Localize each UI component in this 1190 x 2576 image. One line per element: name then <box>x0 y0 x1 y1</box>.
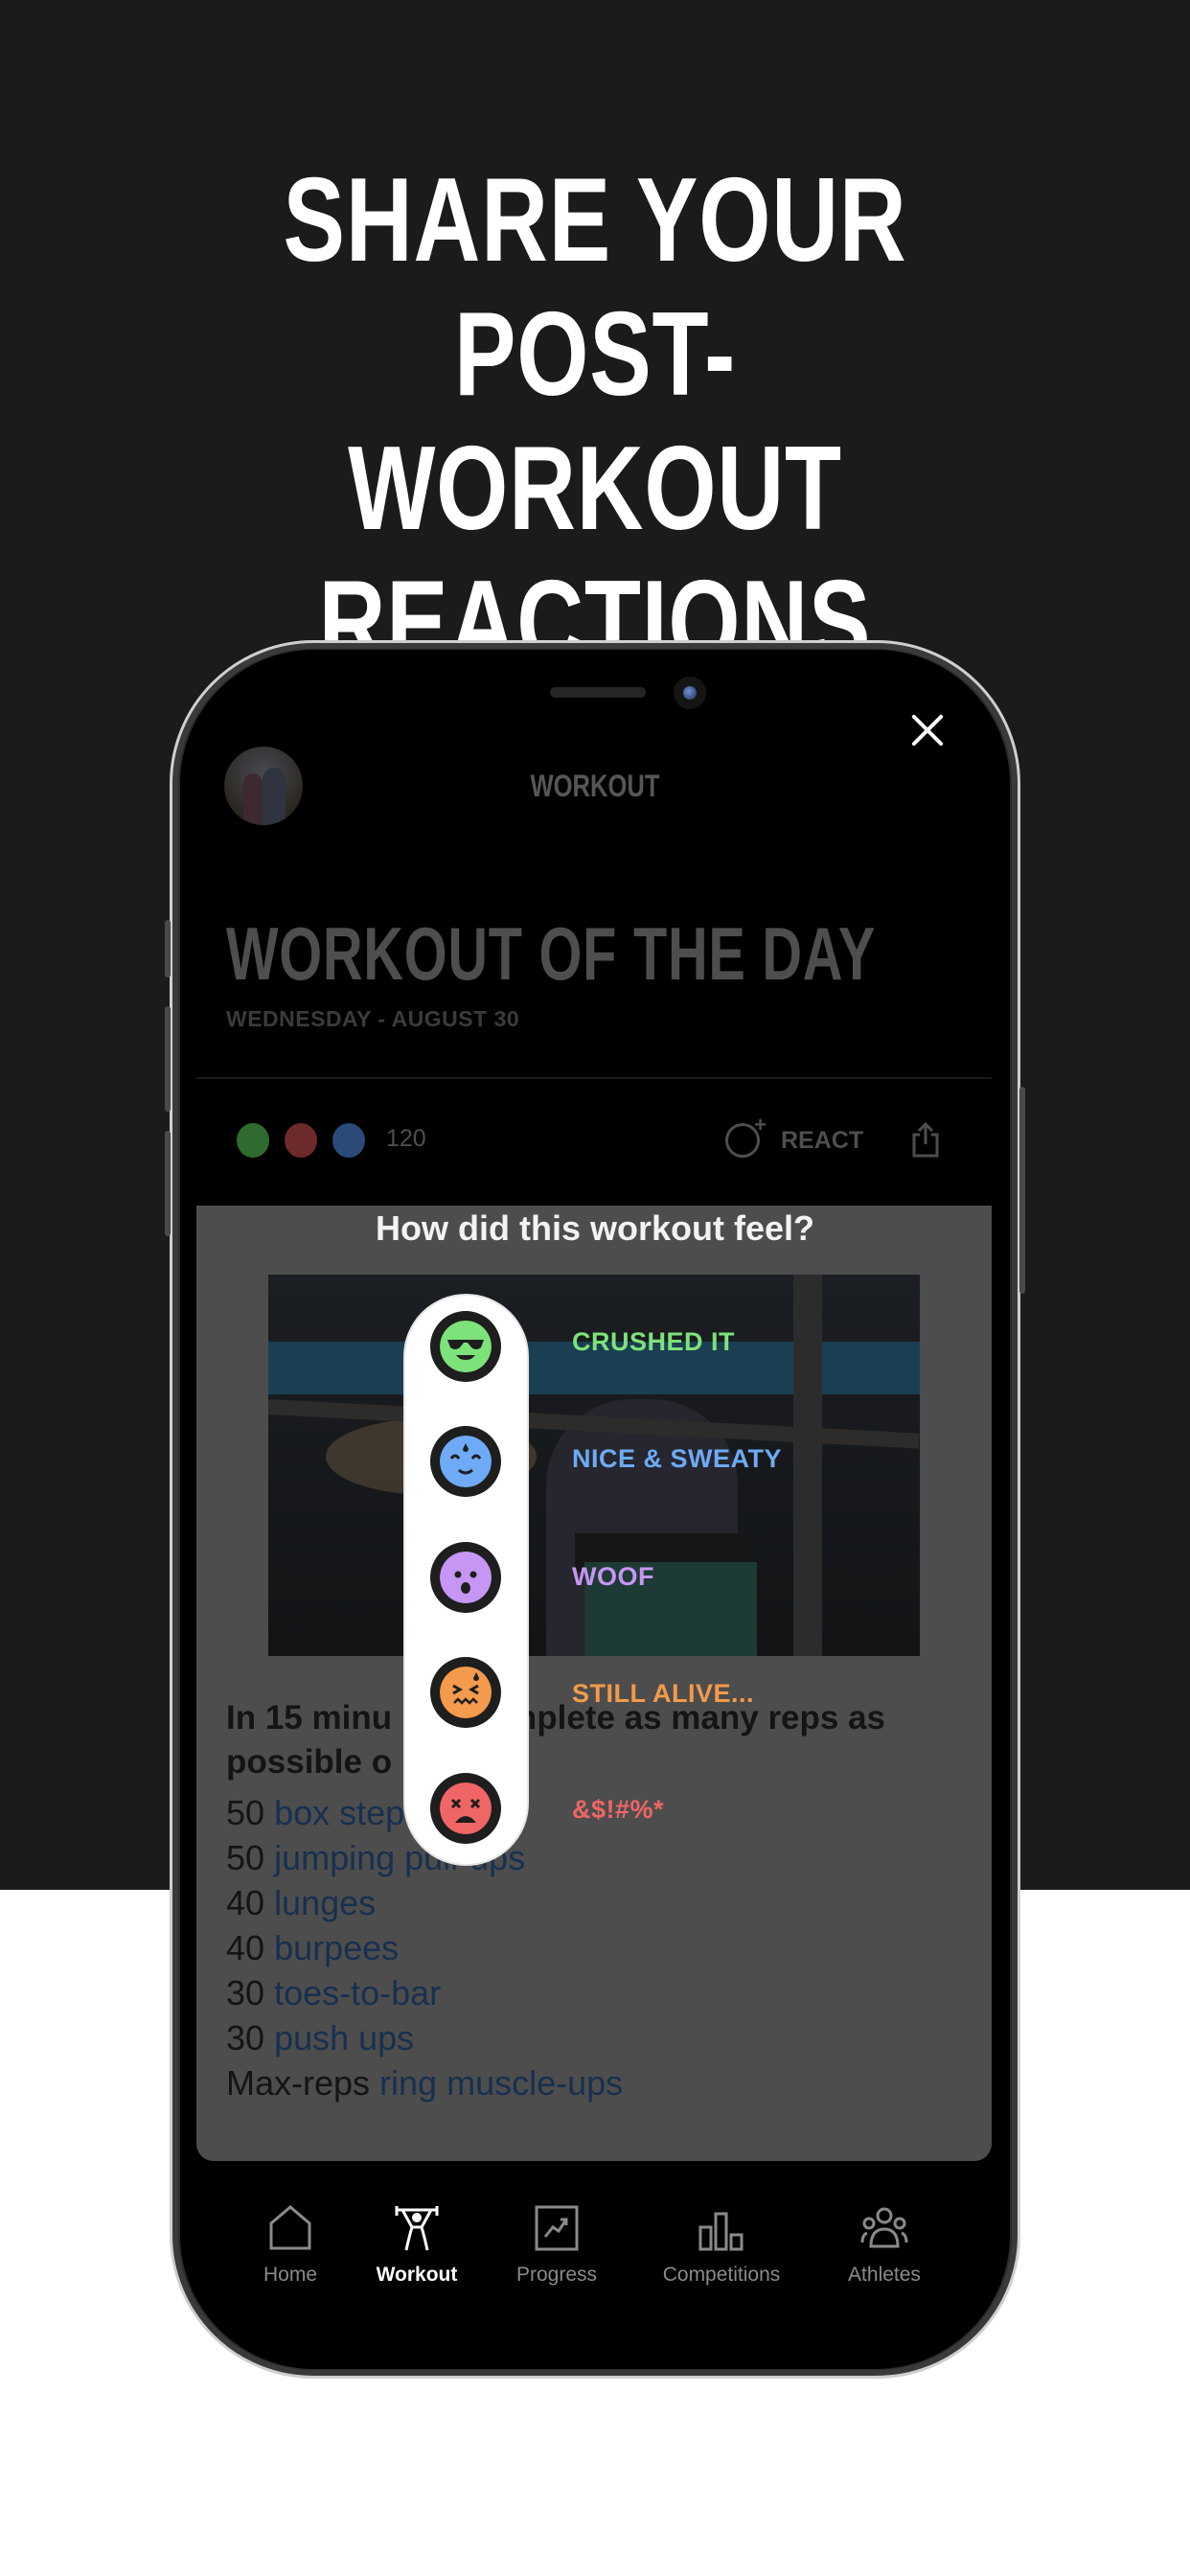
tab-label: Competitions <box>662 2264 781 2286</box>
movement-reps: 40 <box>226 1883 265 1922</box>
movement-link[interactable]: burpees <box>274 1928 399 1967</box>
podium-bars-icon <box>698 2212 744 2251</box>
movement-link[interactable]: lunges <box>274 1883 376 1922</box>
share-icon[interactable] <box>911 1121 940 1158</box>
reaction-question: How did this workout feel? <box>376 1208 814 1248</box>
cool-sunglasses-emoji-icon <box>440 1321 492 1372</box>
bottom-tab-bar: Home Workout Progress Competitions Athle… <box>196 2204 992 2319</box>
close-icon[interactable] <box>906 709 949 751</box>
tab-label: Workout <box>376 2264 458 2286</box>
reaction-option-crushed-it[interactable] <box>430 1311 501 1382</box>
tab-home[interactable]: Home <box>218 2204 362 2287</box>
reaction-label-still-alive[interactable]: STILL ALIVE... <box>572 1679 754 1709</box>
movement-reps: 30 <box>226 2018 265 2058</box>
tab-label: Home <box>263 2264 318 2286</box>
description-part-3: possible o <box>226 1743 393 1781</box>
tab-competitions[interactable]: Competitions <box>650 2204 793 2287</box>
movement-reps: 50 <box>226 1838 265 1877</box>
movement-reps: 30 <box>226 1973 265 2012</box>
chart-trend-icon <box>535 2205 579 2251</box>
photo-rack <box>793 1275 822 1656</box>
reaction-option-nice-sweaty[interactable] <box>430 1426 501 1497</box>
phone-mute-switch <box>165 920 171 978</box>
reactions-row: 120 REACT <box>196 1112 992 1169</box>
cool-sunglasses-emoji-icon <box>237 1123 269 1158</box>
home-icon <box>269 2205 311 2250</box>
movement-link[interactable]: ring muscle-ups <box>379 2063 623 2103</box>
headline-line-1: SHARE YOUR POST- <box>283 154 907 421</box>
workout-title: WORKOUT OF THE DAY <box>226 911 877 996</box>
workout-description: In 15 minu mplete as many reps as possibl… <box>226 1696 964 1784</box>
dead-x-eyes-emoji-icon <box>285 1123 317 1158</box>
exhausted-emoji-icon <box>440 1667 492 1718</box>
tab-progress[interactable]: Progress <box>485 2204 629 2287</box>
nav-title: WORKOUT <box>530 769 660 803</box>
reaction-label-crushed-it[interactable]: CRUSHED IT <box>572 1327 735 1357</box>
reaction-label-cursing[interactable]: &$!#%* <box>572 1795 664 1825</box>
react-button[interactable]: REACT <box>781 1127 863 1155</box>
movement-reps: Max-reps <box>226 2063 371 2103</box>
add-reaction-icon[interactable] <box>725 1113 767 1158</box>
description-part-1: In 15 minu <box>226 1699 393 1736</box>
reaction-option-woof[interactable] <box>430 1542 501 1613</box>
workout-date: WEDNESDAY - AUGUST 30 <box>226 1006 520 1031</box>
reaction-option-cursing[interactable] <box>430 1773 501 1844</box>
sweaty-smile-emoji-icon <box>332 1123 365 1158</box>
movement-item: 30 toes-to-bar <box>226 1970 964 2015</box>
phone-power-button <box>1019 1087 1025 1294</box>
movement-reps: 40 <box>226 1928 265 1967</box>
movement-item: Max-reps ring muscle-ups <box>226 2060 964 2105</box>
movement-list: 50 box step-ups 50 jumping pull-ups 40 l… <box>226 1790 964 2105</box>
movement-item: 40 lunges <box>226 1880 964 1925</box>
movement-item: 50 jumping pull-ups <box>226 1835 964 1880</box>
reaction-option-still-alive[interactable] <box>430 1657 501 1728</box>
promo-headline: SHARE YOUR POST- WORKOUT REACTIONS <box>131 153 1060 690</box>
movement-link[interactable]: toes-to-bar <box>274 1973 441 2012</box>
tab-label: Progress <box>515 2264 598 2286</box>
sweaty-smile-emoji-icon <box>440 1436 492 1487</box>
phone-volume-up <box>165 1006 171 1112</box>
shocked-emoji-icon <box>440 1552 492 1603</box>
earpiece-speaker <box>550 687 646 698</box>
movement-reps: 50 <box>226 1793 265 1832</box>
movement-link[interactable]: push ups <box>274 2018 414 2058</box>
reaction-count: 120 <box>386 1125 426 1152</box>
tab-label: Athletes <box>848 2264 921 2286</box>
front-camera <box>674 677 706 709</box>
people-group-icon <box>860 2207 908 2248</box>
movement-item: 30 push ups <box>226 2015 964 2060</box>
dead-x-eyes-emoji-icon <box>440 1782 492 1834</box>
reaction-label-woof[interactable]: WOOF <box>572 1562 654 1592</box>
movement-item: 40 burpees <box>226 1925 964 1970</box>
divider <box>196 1077 992 1079</box>
tab-athletes[interactable]: Athletes <box>812 2204 956 2287</box>
tab-workout[interactable]: Workout <box>345 2204 489 2287</box>
reaction-label-nice-sweaty[interactable]: NICE & SWEATY <box>572 1444 782 1474</box>
weightlifter-icon <box>395 2206 439 2251</box>
